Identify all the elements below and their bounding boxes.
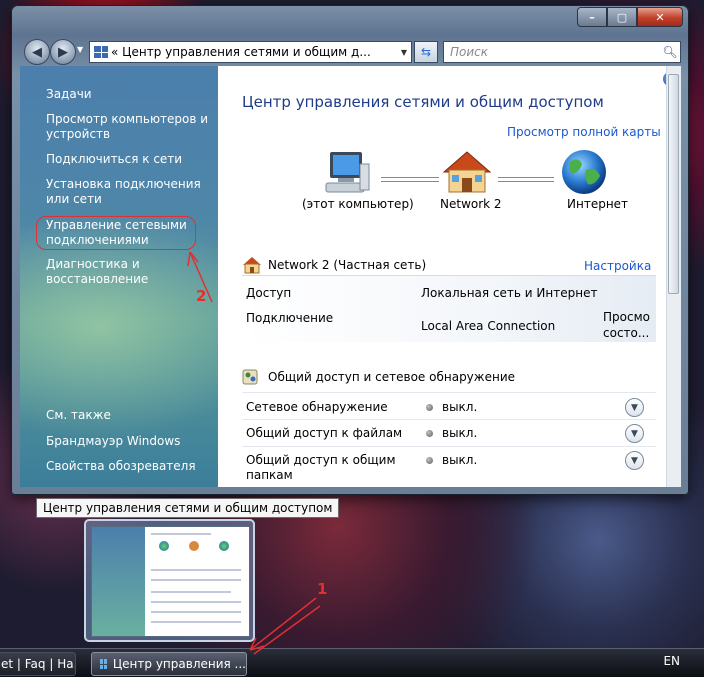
caption-buttons: – ▢ ✕ [577,7,683,27]
sharing-row-label: Сетевое обнаружение [246,400,388,414]
view-full-map-link[interactable]: Просмотр полной карты [507,125,661,139]
sidebar-item-connect[interactable]: Подключиться к сети [46,152,214,167]
task-pane: Задачи Просмотр компьютеров и устройств … [20,66,218,487]
customize-link[interactable]: Настройка [584,259,651,273]
taskbar: et | Faq | Ha... Центр управления ... EN [0,648,704,677]
map-internet-label: Интернет [567,197,629,211]
thumbnail-globe-icon [219,541,230,551]
sharing-row-files: Общий доступ к файлам выкл. ▼ [242,419,656,446]
thumbnail-house-icon [189,541,200,551]
chevron-down-icon[interactable]: ▼ [397,48,411,57]
access-value: Локальная сеть и Интернет [421,286,598,300]
address-bar[interactable]: « Центр управления сетями и общим д... ▼ [89,41,412,63]
thumbnail-content [145,527,249,636]
chevron-down-icon: ▼ [631,428,638,439]
view-status-link-cont[interactable]: состо... [603,326,649,340]
expand-button[interactable]: ▼ [625,424,644,443]
sharing-icon [242,369,258,385]
search-placeholder: Поиск [450,45,489,59]
network-details: Доступ Локальная сеть и Интернет Подключ… [242,275,656,342]
expand-button[interactable]: ▼ [625,398,644,417]
sharing-row-label: Общий доступ к общим папкам [246,453,396,482]
thumbnail-line [151,533,212,535]
taskbar-item-label: et | Faq | Ha... [1,657,75,671]
sharing-row-label: Общий доступ к файлам [246,426,403,440]
language-indicator[interactable]: EN [663,654,680,668]
sharing-row-public-folders: Общий доступ к общим папкам выкл. ▼ [242,446,656,487]
thumbnail-window [91,526,250,637]
view-status-link[interactable]: Просмо [603,310,650,324]
globe-icon[interactable] [560,148,608,196]
taskbar-item-label: Центр управления ... [112,657,246,671]
address-text: « Центр управления сетями и общим д... [111,45,371,59]
map-network-label: Network 2 [440,197,502,211]
search-input[interactable]: Поиск 🔍︎ [443,41,681,63]
thumbnail-line [151,579,242,581]
forward-button[interactable]: ▶ [50,39,76,65]
chevron-down-icon: ▼ [631,455,638,466]
minimize-button[interactable]: – [577,7,607,27]
network-center-icon [94,46,108,58]
map-connection-line [498,177,554,182]
thumbnail-tooltip: Центр управления сетями и общим доступом [36,498,340,518]
sharing-row-discovery: Сетевое обнаружение выкл. ▼ [242,392,656,419]
back-button[interactable]: ◀ [24,39,50,65]
close-button[interactable]: ✕ [637,7,683,27]
sharing-row-value: выкл. [442,453,478,467]
taskbar-thumbnail-preview[interactable] [84,519,255,642]
thumbnail-line [151,569,242,571]
thumbnail-line [151,621,242,623]
connection-value: Local Area Connection [421,319,556,333]
vertical-scrollbar[interactable] [666,66,681,487]
status-dot-icon [426,430,433,437]
chevron-down-icon: ▼ [631,402,638,413]
sidebar-item-firewall[interactable]: Брандмауэр Windows [46,434,214,449]
recent-pages-button[interactable]: ▼ [77,45,83,54]
sidebar-item-internet-options[interactable]: Свойства обозревателя [46,459,214,474]
thumbnail-line [151,611,242,613]
refresh-button[interactable]: ⇆ [414,41,438,63]
sidebar-item-setup-connection[interactable]: Установка подключения или сети [46,177,214,207]
network-name: Network 2 (Частная сеть) [268,258,427,272]
sidebar-item-diagnose[interactable]: Диагностика и восстановление [46,257,214,287]
map-connection-line [381,177,439,182]
sidebar-item-view-computers[interactable]: Просмотр компьютеров и устройств [46,112,214,142]
maximize-button[interactable]: ▢ [607,7,637,27]
thumbnail-sidebar [92,527,146,636]
page-title: Центр управления сетями и общим доступом [242,93,604,111]
connection-label: Подключение [246,311,334,325]
thumbnail-line [151,591,232,593]
annotation-number-2: 2 [196,287,207,305]
computer-icon[interactable] [324,150,372,196]
refresh-icon: ⇆ [420,45,432,59]
sharing-row-value: выкл. [442,400,478,414]
house-icon[interactable] [442,150,492,194]
house-icon [243,257,261,274]
sharing-row-value: выкл. [442,426,478,440]
status-dot-icon [426,404,433,411]
taskbar-item-browser[interactable]: et | Faq | Ha... [0,652,76,676]
sidebar-item-manage-connections[interactable]: Управление сетевыми подключениями [46,218,214,248]
sidebar-heading-tasks: Задачи [46,87,92,101]
status-dot-icon [426,457,433,464]
main-content: ? Центр управления сетями и общим доступ… [218,66,681,487]
scrollbar-thumb[interactable] [668,74,679,294]
expand-button[interactable]: ▼ [625,451,644,470]
arrow-right-icon: ▶ [58,44,68,60]
search-icon[interactable]: 🔍︎ [660,45,680,59]
annotation-number-1: 1 [317,580,328,598]
access-label: Доступ [246,286,292,300]
sidebar-heading-see-also: См. также [46,408,111,422]
thumbnail-computer-icon [159,541,170,551]
thumbnail-line [151,601,242,603]
taskbar-item-network-center[interactable]: Центр управления ... [91,652,247,676]
network-center-icon [100,659,107,669]
sharing-header: Общий доступ и сетевое обнаружение [242,369,515,385]
map-computer-label: (этот компьютер) [302,197,414,211]
arrow-left-icon: ◀ [32,44,42,60]
sharing-title: Общий доступ и сетевое обнаружение [268,370,516,384]
annotation-arrow-1 [249,597,317,651]
